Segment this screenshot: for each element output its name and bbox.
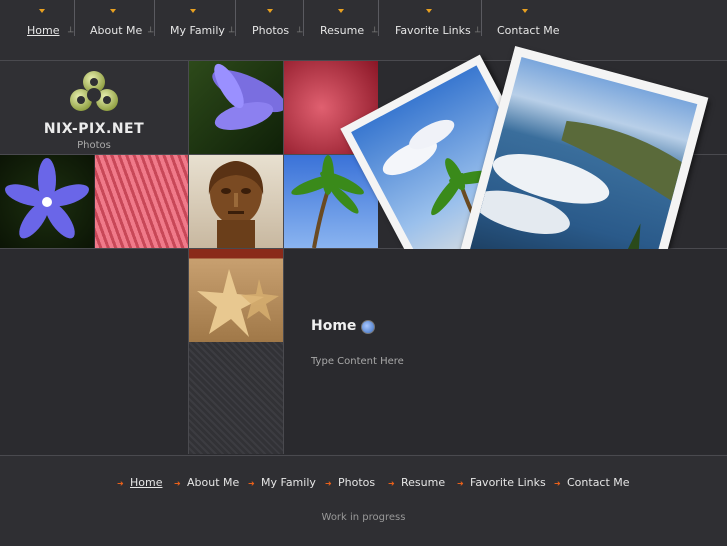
nav-item-label[interactable]: Home xyxy=(27,24,59,37)
footer-nav-contact-me[interactable]: Contact Me xyxy=(567,476,630,489)
arrow-right-icon: ➜ xyxy=(388,479,395,488)
arrow-right-icon: ➜ xyxy=(248,479,255,488)
nav-divider xyxy=(154,0,155,36)
striped-panel xyxy=(189,342,283,454)
nav-divider xyxy=(303,0,304,36)
footer-nav-my-family[interactable]: My Family xyxy=(261,476,316,489)
nav-item-label[interactable]: Resume xyxy=(320,24,364,37)
divider-mark-icon: ┴ xyxy=(297,28,303,38)
divider-mark-icon: ┴ xyxy=(148,28,154,38)
arrow-right-icon: ➜ xyxy=(325,479,332,488)
site-name: NIX-PIX.NET xyxy=(43,121,145,137)
page-title: Home xyxy=(311,318,357,334)
nav-item-label[interactable]: Photos xyxy=(252,24,289,37)
footer-nav-about-me[interactable]: About Me xyxy=(187,476,239,489)
arrow-right-icon: ➜ xyxy=(174,479,181,488)
arrow-right-icon: ➜ xyxy=(117,479,124,488)
nav-item-label[interactable]: About Me xyxy=(90,24,142,37)
photo-tile-star-flower[interactable] xyxy=(0,155,94,248)
chevron-down-icon xyxy=(39,9,45,13)
photo-tile-statue[interactable] xyxy=(189,155,283,248)
star-flower-image xyxy=(4,158,90,239)
divider-mark-icon: ┴ xyxy=(68,28,74,38)
divider-mark-icon: ┴ xyxy=(229,28,235,38)
site-subtitle: Photos xyxy=(77,140,111,151)
chevron-down-icon xyxy=(267,9,273,13)
nav-divider xyxy=(378,0,379,36)
footer-note: Work in progress xyxy=(321,512,406,523)
photo-tile-starfish[interactable] xyxy=(189,249,283,342)
chevron-down-icon xyxy=(190,9,196,13)
chevron-down-icon xyxy=(426,9,432,13)
arrow-right-icon: ➜ xyxy=(457,479,464,488)
photo-tile-blue-flower[interactable] xyxy=(189,61,283,154)
footer-nav-resume[interactable]: Resume xyxy=(401,476,445,489)
footer-nav-photos[interactable]: Photos xyxy=(338,476,375,489)
divider-mark-icon: ┴ xyxy=(475,28,481,38)
footer: ➜ Home ➜ About Me ➜ My Family ➜ Photos ➜… xyxy=(0,455,727,546)
footer-nav-favorite-links[interactable]: Favorite Links xyxy=(470,476,546,489)
nav-item-label[interactable]: Favorite Links xyxy=(395,24,471,37)
chevron-down-icon xyxy=(522,9,528,13)
chevron-down-icon xyxy=(338,9,344,13)
footer-nav-home[interactable]: Home xyxy=(130,476,162,489)
bullet-icon xyxy=(361,320,375,334)
starfish-image xyxy=(197,269,279,337)
content-text: Type Content Here xyxy=(311,356,404,367)
nav-divider xyxy=(235,0,236,36)
nav-item-label[interactable]: Contact Me xyxy=(497,24,560,37)
divider-mark-icon: ┴ xyxy=(372,28,378,38)
top-navigation: Home ┴ About Me ┴ My Family ┴ Photos ┴ R… xyxy=(0,0,727,61)
arrow-right-icon: ➜ xyxy=(554,479,561,488)
clover-logo-icon[interactable] xyxy=(68,68,120,118)
chevron-down-icon xyxy=(110,9,116,13)
photo-tile-pink-petals[interactable] xyxy=(95,155,188,248)
nav-item-label[interactable]: My Family xyxy=(170,24,225,37)
flower-image xyxy=(212,63,283,130)
nav-divider xyxy=(74,0,75,36)
content-area xyxy=(284,249,727,454)
nav-divider xyxy=(481,0,482,36)
statue-face-image xyxy=(208,161,264,248)
